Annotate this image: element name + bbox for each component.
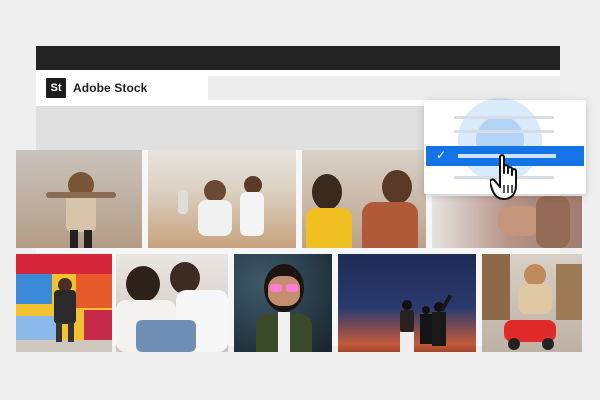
dropdown-option[interactable] <box>454 116 554 119</box>
adobe-stock-logo: St <box>46 78 66 98</box>
hand-pointer-icon <box>490 154 517 200</box>
window-titlebar <box>36 46 560 70</box>
photo-family-night-sky[interactable] <box>338 254 476 352</box>
photo-hands-closeup[interactable] <box>432 196 582 248</box>
app-title: Adobe Stock <box>73 81 148 95</box>
photo-two-women-laughing[interactable] <box>302 150 426 248</box>
photo-woman-neon-glasses[interactable] <box>234 254 332 352</box>
search-bar[interactable] <box>208 76 560 100</box>
photo-family-beach-running[interactable] <box>148 150 296 248</box>
photo-woman-jumping-city[interactable] <box>16 150 142 248</box>
photo-woman-colorful-wall[interactable] <box>16 254 112 352</box>
dropdown-option[interactable] <box>454 130 554 133</box>
brand[interactable]: St Adobe Stock <box>46 78 147 98</box>
photo-couple-embracing[interactable] <box>116 254 228 352</box>
checkmark-icon: ✓ <box>436 148 447 162</box>
photo-child-red-toy-car[interactable] <box>482 254 582 352</box>
